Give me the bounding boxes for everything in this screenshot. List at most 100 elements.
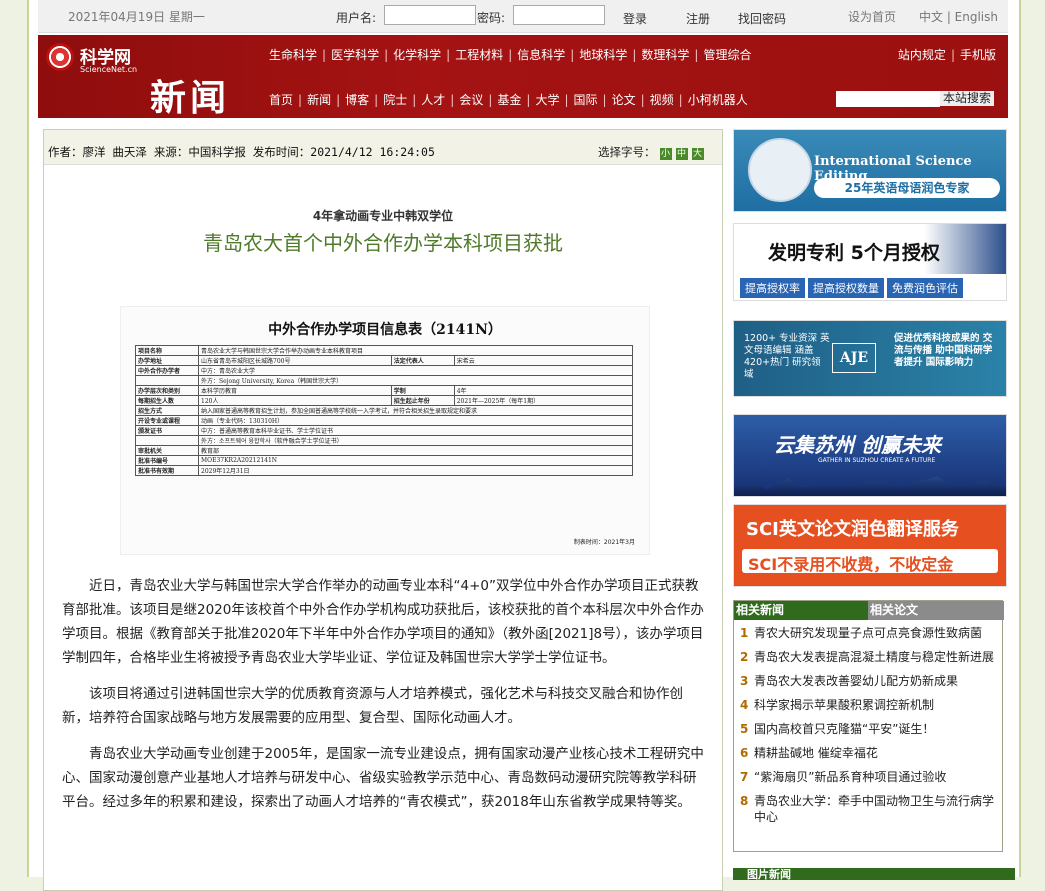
doc-table-row: 每期招生人数 120人 招生起止年份 2021年—2025年（每年1期）	[135, 395, 634, 406]
related-news-number: 8	[740, 794, 749, 808]
doc-table-cell: 颁发证书	[135, 425, 199, 436]
main-nav-item[interactable]: 首页	[269, 93, 293, 107]
ise-logo-icon	[748, 138, 812, 202]
article-body: 近日，青岛农业大学与韩国世宗大学合作举办的动画专业本科“4+0”双学位中外合作办…	[62, 574, 704, 826]
main-nav-item[interactable]: 博客	[345, 93, 369, 107]
sciencenet-logo[interactable]: 科学网 ScienceNet.cn	[46, 41, 146, 75]
doc-table-cell: 中方：青岛农业大学	[198, 365, 633, 376]
doc-table-cell: 2021年—2025年（每年1期）	[453, 395, 634, 406]
main-nav-item[interactable]: 院士	[383, 93, 407, 107]
related-news-title: 国内高校首只克隆猫“平安”诞生！	[754, 722, 935, 736]
current-date: 2021年04月19日 星期一	[68, 10, 205, 24]
font-size-selector: 选择字号：小中大	[598, 144, 704, 160]
doc-table-cell	[135, 375, 199, 386]
related-news-number: 1	[740, 626, 749, 640]
ad-banner-sci[interactable]: SCI英文论文润色翻译服务 SCI不录用不收费，不收定金	[733, 504, 1007, 587]
ad-banner-suzhou[interactable]: 云集苏州 创赢未来 GATHER IN SUZHOU CREATE A FUTU…	[733, 414, 1007, 497]
doc-table-cell: 外方：Sejong University, Korea（韩国世宗大学）	[198, 375, 633, 386]
logo-text-en: ScienceNet.cn	[80, 65, 138, 74]
discipline-nav-item[interactable]: 医学科学	[331, 48, 379, 62]
ad-banner-patent[interactable]: 发明专利 5个月授权 提高授权率 提高授权数量 免费润色评估	[733, 223, 1007, 301]
ad-aje-right: 促进优秀科技成果的 交流与传播 助中国科研学者提升 国际影响力	[894, 333, 993, 368]
skyline-icon	[734, 476, 1006, 496]
main-nav-item[interactable]: 会议	[459, 93, 483, 107]
ad-banner-aje[interactable]: 1200+ 专业资深 英文母语编辑 涵盖420+热门 研究领域 AJE 促进优秀…	[733, 320, 1007, 397]
article-paragraph: 青岛农业大学动画专业创建于2005年，是国家一流专业建设点，拥有国家动漫产业核心…	[62, 746, 704, 810]
doc-table-cell: 纳入国家普通高等教育招生计划，参加全国普通高等学校统一入学考试，并符合相关招生录…	[198, 405, 633, 416]
ad-ise-subtitle: 25年英语母语润色专家	[814, 178, 1000, 198]
related-news-item[interactable]: 7 “紫海扇贝”新品系育种项目通过验收	[734, 769, 1002, 785]
font-large-button[interactable]: 大	[691, 148, 704, 160]
site-search-input[interactable]	[836, 91, 940, 107]
set-homepage-link[interactable]: 设为首页	[848, 8, 896, 25]
nav-separator: |	[336, 93, 341, 107]
discipline-nav-item[interactable]: 信息科学	[517, 48, 565, 62]
site-search-button[interactable]: 本站搜索	[940, 91, 995, 106]
discipline-nav-item[interactable]: 数理科学	[641, 48, 689, 62]
doc-table-cell: 学制	[390, 385, 455, 396]
doc-table-cell: 办学层次和类别	[135, 385, 199, 396]
related-news-item[interactable]: 2 青岛农大发表提高混凝土精度与稳定性新进展	[734, 649, 1002, 665]
nav-separator: |	[412, 93, 417, 107]
mobile-link[interactable]: 手机版	[960, 48, 996, 62]
login-link[interactable]: 登录	[623, 10, 647, 27]
section-title: 新闻	[150, 77, 231, 119]
related-news-item[interactable]: 8 青岛农业大学：牵手中国动物卫生与流行病学中心	[734, 793, 1002, 825]
related-news-item[interactable]: 4 科学家揭示苹果酸积累调控新机制	[734, 697, 1002, 713]
related-news-item[interactable]: 5 国内高校首只克隆猫“平安”诞生！	[734, 721, 1002, 737]
top-bar: 2021年04月19日 星期一 用户名: 密码: 登录 注册 找回密码 设为首页…	[38, 0, 1008, 33]
related-news-number: 5	[740, 722, 749, 736]
main-nav-item[interactable]: 国际	[574, 93, 598, 107]
main-nav-item[interactable]: 基金	[497, 93, 521, 107]
discipline-nav-item[interactable]: 地球科学	[579, 48, 627, 62]
register-link[interactable]: 注册	[686, 10, 710, 27]
main-nav-item[interactable]: 论文	[612, 93, 636, 107]
tab-related-papers[interactable]: 相关论文	[868, 601, 1004, 620]
ad-suzhou-title: 云集苏州 创赢未来	[774, 433, 941, 457]
password-label: 密码:	[477, 11, 506, 25]
doc-table-cell: 山东省青岛市城阳区长城路700号	[198, 355, 392, 366]
related-news-title: 科学家揭示苹果酸积累调控新机制	[754, 698, 935, 712]
related-news-title: 青岛农大发表改善婴幼儿配方奶新成果	[754, 674, 959, 688]
nav-separator: |	[602, 93, 607, 107]
main-nav-item[interactable]: 小柯机器人	[688, 93, 748, 107]
font-medium-button[interactable]: 中	[675, 148, 688, 160]
doc-footer: 制表时间：2021年3月	[573, 539, 635, 546]
main-nav-item[interactable]: 人才	[421, 93, 445, 107]
header-banner: 科学网 ScienceNet.cn 新闻 生命科学 | 医学科学 | 化学科学 | 工程材料…	[38, 35, 1008, 119]
language-switch[interactable]: 中文 | English	[919, 8, 998, 25]
related-news-number: 4	[740, 698, 749, 712]
picture-news-header: 图片新闻	[733, 868, 1015, 881]
tab-related-news[interactable]: 相关新闻	[734, 601, 870, 620]
related-news-title: 青农大研究发现量子点可点亮食源性致病菌	[754, 626, 983, 640]
doc-table-cell: 审批机关	[135, 445, 199, 456]
project-info-table-image: 中外合作办学项目信息表（2141N） 项目名称 青岛农业大学与韩国世宗大学合作举办…	[120, 306, 650, 555]
main-nav-item[interactable]: 大学	[535, 93, 559, 107]
related-news-item[interactable]: 1 青农大研究发现量子点可点亮食源性致病菌	[734, 625, 1002, 641]
doc-table-cell: 外方：소프트웨어 융합학사（软件融合学士学位证书）	[198, 435, 633, 446]
discipline-nav-item[interactable]: 管理综合	[703, 48, 751, 62]
doc-table-row: 颁发证书 中方：普通高等教育本科毕业证书、学士学位证书	[135, 425, 633, 436]
doc-table-row: 招生方式 纳入国家普通高等教育招生计划，参加全国普通高等学校统一入学考试，并符合相…	[135, 405, 633, 416]
doc-table-cell: 宋希云	[453, 355, 634, 366]
main-nav-item[interactable]: 新闻	[307, 93, 331, 107]
discipline-nav-item[interactable]: 化学科学	[393, 48, 441, 62]
username-input[interactable]	[384, 5, 476, 25]
doc-table-row: 审批机关 教育部	[135, 445, 633, 456]
discipline-nav-item[interactable]: 生命科学	[269, 48, 317, 62]
recover-password-link[interactable]: 找回密码	[738, 10, 786, 27]
ad-aje-left: 1200+ 专业资深 英文母语编辑 涵盖420+热门 研究领域	[744, 333, 830, 380]
discipline-nav-item[interactable]: 工程材料	[455, 48, 503, 62]
font-small-button[interactable]: 小	[659, 148, 672, 160]
related-news-item[interactable]: 3 青岛农大发表改善婴幼儿配方奶新成果	[734, 673, 1002, 689]
article-subhead: 4年拿动画专业中韩双学位	[312, 209, 454, 223]
password-input[interactable]	[513, 5, 605, 25]
doc-table-cell: 办学地址	[135, 355, 199, 366]
related-news-item[interactable]: 6 精耕盐碱地 催绽幸福花	[734, 745, 1002, 761]
doc-table-row: 办学层次和类别 本科学历教育 学制 4年	[135, 385, 634, 396]
ad-banner-ise[interactable]: International Science Editing 25年英语母语润色专…	[733, 129, 1007, 212]
site-rules-link[interactable]: 站内规定	[898, 48, 946, 62]
doc-table-cell: 教育部	[198, 445, 633, 456]
main-nav-item[interactable]: 视频	[650, 93, 674, 107]
doc-table-cell: 法定代表人	[390, 355, 455, 366]
